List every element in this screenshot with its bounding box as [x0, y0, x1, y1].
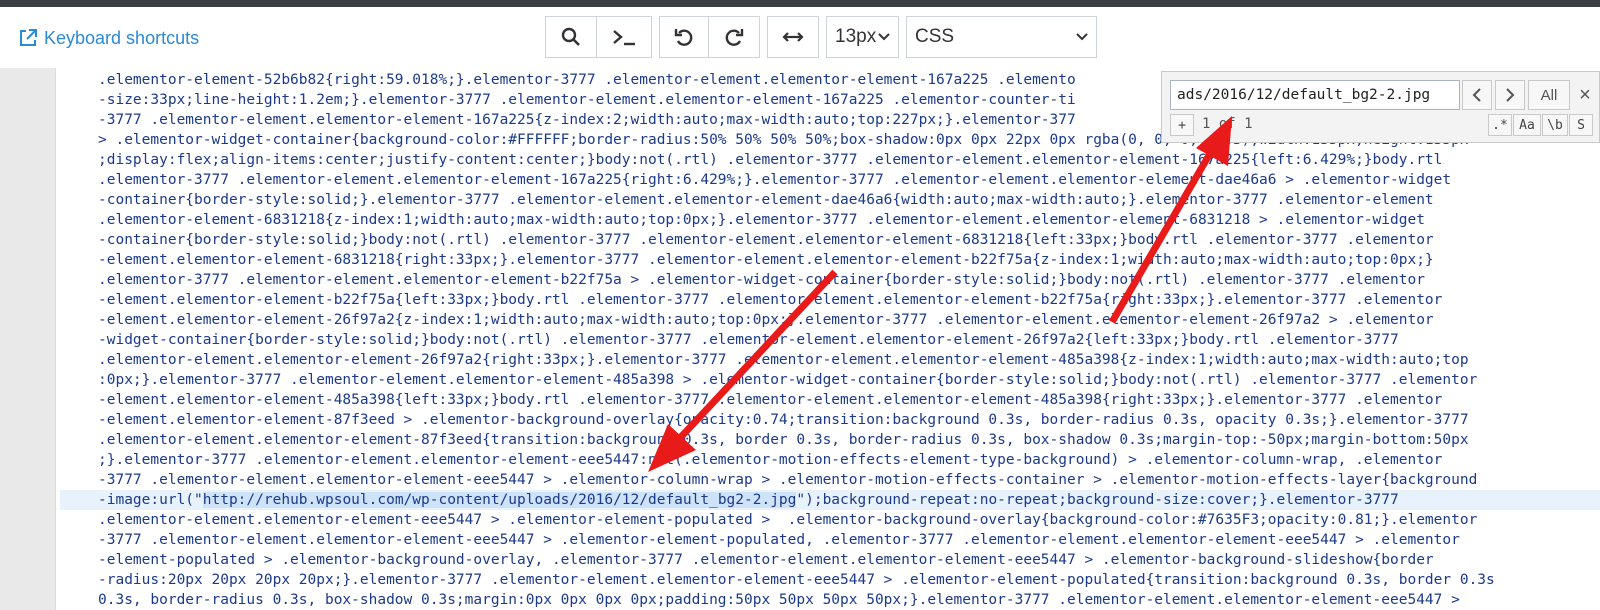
font-size-select[interactable]: 13px: [826, 16, 899, 58]
chevron-right-icon: [1506, 88, 1515, 102]
close-find-button[interactable]: ×: [1572, 80, 1598, 110]
code-line[interactable]: .elementor-element.elementor-element-26f…: [60, 350, 1600, 370]
find-input[interactable]: [1170, 80, 1460, 110]
case-sensitive-toggle-button[interactable]: Aa: [1513, 114, 1541, 136]
wrap-toggle-button[interactable]: [767, 16, 819, 58]
replace-toggle-button[interactable]: +: [1170, 114, 1194, 136]
code-line[interactable]: -element.elementor-element-6831218{right…: [60, 250, 1600, 270]
code-line[interactable]: -element.elementor-element-87f3eed > .el…: [60, 410, 1600, 430]
find-panel: All × + 1 of 1 .* Aa \b S: [1161, 71, 1600, 143]
search-icon: [561, 27, 580, 46]
search-button[interactable]: [545, 16, 597, 58]
editor-toolbar: Keyboard shortcuts 13px CSS: [0, 7, 1600, 68]
code-editor[interactable]: .elementor-element-52b6b82{right:59.018%…: [0, 68, 1600, 610]
search-match-highlight: http://rehub.wpsoul.com/wp-content/uploa…: [202, 492, 797, 508]
code-line[interactable]: -container{border-style:solid;}.elemento…: [60, 190, 1600, 210]
language-mode-value: CSS: [915, 26, 955, 47]
window-top-strip: [0, 0, 1600, 7]
external-link-icon: [20, 29, 37, 46]
keyboard-shortcuts-link[interactable]: Keyboard shortcuts: [18, 25, 199, 51]
code-line[interactable]: -image:url("http://rehub.wpsoul.com/wp-c…: [60, 490, 1600, 510]
code-line[interactable]: ;display:flex;align-items:center;justify…: [60, 150, 1600, 170]
code-line[interactable]: -container{border-style:solid;}body:not(…: [60, 230, 1600, 250]
in-selection-toggle-button[interactable]: S: [1569, 114, 1593, 136]
font-size-value: 13px: [835, 26, 877, 47]
terminal-icon: [613, 30, 635, 46]
code-line[interactable]: -element.elementor-element-485a398{left:…: [60, 390, 1600, 410]
code-line[interactable]: .elementor-3777 .elementor-element.eleme…: [60, 170, 1600, 190]
regex-toggle-button[interactable]: .*: [1488, 114, 1512, 136]
whole-word-toggle-button[interactable]: \b: [1542, 114, 1568, 136]
code-line[interactable]: -widget-container{border-style:solid;}bo…: [60, 330, 1600, 350]
match-count: 1 of 1: [1202, 116, 1253, 132]
code-line[interactable]: .elementor-element.elementor-element-eee…: [60, 510, 1600, 530]
find-all-button[interactable]: All: [1528, 80, 1570, 110]
chevron-left-icon: [1472, 88, 1481, 102]
code-line[interactable]: -radius:20px 20px 20px 20px;}.elementor-…: [60, 570, 1600, 590]
redo-button[interactable]: [708, 16, 760, 58]
code-line[interactable]: -element.elementor-element-b22f75a{left:…: [60, 290, 1600, 310]
code-line[interactable]: :0px;}.elementor-3777 .elementor-element…: [60, 370, 1600, 390]
keyboard-shortcuts-label: Keyboard shortcuts: [44, 27, 200, 48]
chevron-down-icon: [878, 33, 890, 41]
language-mode-select[interactable]: CSS: [906, 16, 1097, 58]
undo-button[interactable]: [659, 16, 709, 58]
code-line[interactable]: .elementor-element.elementor-element-87f…: [60, 430, 1600, 450]
code-line[interactable]: .elementor-element-6831218{z-index:1;wid…: [60, 210, 1600, 230]
undo-icon: [674, 29, 693, 46]
find-prev-button[interactable]: [1462, 80, 1492, 110]
code-line[interactable]: .elementor-3777 .elementor-element.eleme…: [60, 270, 1600, 290]
horizontal-arrows-icon: [782, 32, 804, 42]
code-line[interactable]: 0.3s, border-radius 0.3s, box-shadow 0.3…: [60, 590, 1600, 610]
code-line[interactable]: -element-populated > .elementor-backgrou…: [60, 550, 1600, 570]
code-line[interactable]: -element.elementor-element-26f97a2{z-ind…: [60, 310, 1600, 330]
code-line[interactable]: -3777 .elementor-element.elementor-eleme…: [60, 470, 1600, 490]
chevron-down-icon: [1076, 33, 1088, 41]
terminal-button[interactable]: [596, 16, 652, 58]
code-line[interactable]: ;}.elementor-3777 .elementor-element.ele…: [60, 450, 1600, 470]
code-area[interactable]: .elementor-element-52b6b82{right:59.018%…: [60, 70, 1600, 610]
find-next-button[interactable]: [1495, 80, 1525, 110]
redo-icon: [725, 29, 744, 46]
code-line[interactable]: -3777 .elementor-element.elementor-eleme…: [60, 530, 1600, 550]
line-number-gutter: [0, 68, 56, 610]
